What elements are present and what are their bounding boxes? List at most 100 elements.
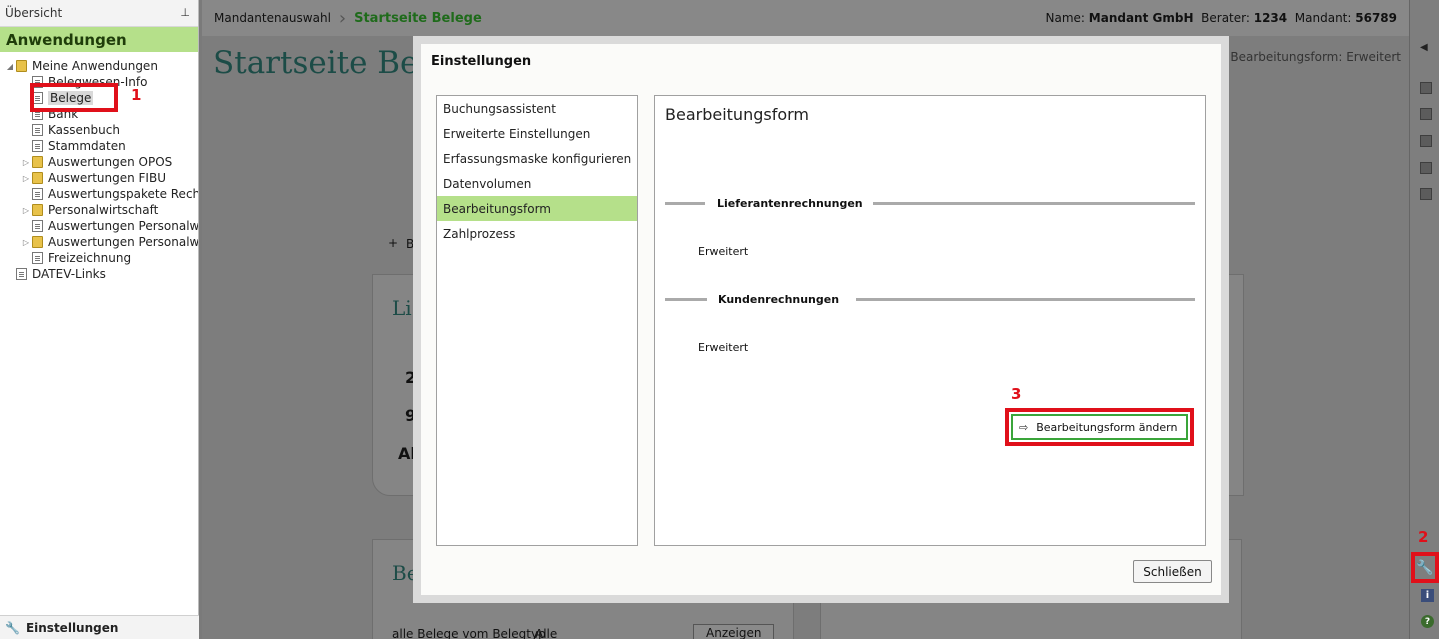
- settings-wrench-icon[interactable]: 🔧: [1411, 552, 1439, 583]
- edit-doc-icon[interactable]: [1420, 162, 1432, 174]
- tree-item-label: Auswertungen FIBU: [48, 171, 166, 185]
- name-label: Name:: [1045, 11, 1085, 25]
- tree-item[interactable]: Stammdaten: [0, 138, 198, 154]
- tree-item[interactable]: DATEV-Links: [0, 266, 198, 282]
- tree-item-label: Auswertungspakete Rechnu: [48, 187, 198, 201]
- section-divider: [873, 202, 1195, 205]
- collapse-arrow-icon[interactable]: ◀: [1420, 42, 1428, 53]
- help-icon[interactable]: ?: [1421, 615, 1434, 628]
- tree-item[interactable]: ▷ Auswertungen OPOS: [0, 154, 198, 170]
- close-button[interactable]: Schließen: [1133, 560, 1212, 583]
- settings-nav: Buchungsassistent Erweiterte Einstellunge…: [436, 95, 638, 546]
- tree-item-label: Personalwirtschaft: [48, 203, 159, 217]
- settings-dialog-body: Einstellungen Buchungsassistent Erweitert…: [421, 44, 1221, 595]
- overview-header: Übersicht ⊥: [0, 0, 198, 27]
- breadcrumb-startseite-belege: Startseite Belege: [354, 10, 482, 26]
- collapsed-triangle-icon[interactable]: ▷: [20, 174, 32, 183]
- section-value-lieferanten: Erweitert: [698, 245, 749, 258]
- document-icon: [32, 220, 43, 232]
- berater-value: 1234: [1253, 11, 1288, 25]
- folder-icon: [32, 156, 43, 168]
- section-divider: [856, 298, 1195, 301]
- page-title: Startseite Bele: [213, 45, 447, 81]
- tree-item[interactable]: ▷ Personalwirtschaft: [0, 202, 198, 218]
- applications-title: Anwendungen: [0, 27, 198, 52]
- collapsed-triangle-icon[interactable]: ▷: [20, 238, 32, 247]
- print-icon[interactable]: [1420, 135, 1432, 147]
- name-value: Mandant GmbH: [1088, 11, 1194, 25]
- bg-belegtyp-label: alle Belege vom Belegtyp: [392, 627, 546, 639]
- content-title: Bearbeitungsform: [665, 105, 809, 124]
- settings-nav-item[interactable]: Erweiterte Einstellungen: [437, 121, 637, 146]
- add-doc-icon[interactable]: [1420, 188, 1432, 200]
- section-divider: [665, 202, 705, 205]
- settings-nav-item[interactable]: Bearbeitungsform: [437, 196, 637, 221]
- pin-icon[interactable]: ⊥: [180, 6, 190, 19]
- settings-nav-item[interactable]: Zahlprozess: [437, 221, 637, 246]
- tree-item-label: Stammdaten: [48, 139, 126, 153]
- tree-item[interactable]: Freizeichnung: [0, 250, 198, 266]
- annotation-number-3: 3: [1011, 385, 1022, 403]
- section-value-kunden: Erweitert: [698, 341, 749, 354]
- document-icon: [32, 124, 43, 136]
- annotation-number-1: 1: [131, 86, 142, 104]
- top-bar: Mandantenauswahl › Startseite Belege Nam…: [202, 0, 1409, 36]
- folder-icon: [16, 60, 27, 72]
- annotation-box-belege: [30, 83, 118, 112]
- overview-title: Übersicht: [5, 6, 63, 20]
- breadcrumb-mandantenauswahl[interactable]: Mandantenauswahl: [214, 11, 331, 25]
- collapsed-triangle-icon[interactable]: ▷: [20, 158, 32, 167]
- tree-item[interactable]: Kassenbuch: [0, 122, 198, 138]
- tree-item-label: Freizeichnung: [48, 251, 132, 265]
- tree-item-label: Auswertungen Personalwirt: [48, 235, 198, 249]
- annotation-number-2: 2: [1418, 528, 1429, 546]
- folder-icon: [32, 172, 43, 184]
- settings-content: Bearbeitungsform Lieferantenrechnungen E…: [654, 95, 1206, 546]
- tree-item-label: Auswertungen Personalwirt: [48, 219, 198, 233]
- tree-item-label: DATEV-Links: [32, 267, 106, 281]
- section-label-lieferanten: Lieferantenrechnungen: [717, 197, 863, 210]
- overview-panel: Übersicht ⊥ Anwendungen ◢ Meine Anwendung…: [0, 0, 199, 639]
- document-icon: [32, 252, 43, 264]
- mandant-label: Mandant:: [1294, 11, 1352, 25]
- bg-snippet-li: Li: [392, 296, 412, 320]
- tree-item[interactable]: ▷ Auswertungen Personalwirt: [0, 234, 198, 250]
- bg-anzeigen-button[interactable]: Anzeigen: [693, 624, 775, 639]
- change-edit-form-button[interactable]: ⇨ Bearbeitungsform ändern: [1011, 414, 1188, 440]
- tree-item[interactable]: Auswertungspakete Rechnu: [0, 186, 198, 202]
- section-label-kunden: Kundenrechnungen: [718, 293, 840, 306]
- new-doc-icon: +: [388, 236, 399, 250]
- settings-nav-item[interactable]: Erfassungsmaske konfigurieren: [437, 146, 637, 171]
- change-edit-form-label: Bearbeitungsform ändern: [1036, 420, 1178, 434]
- document-icon: [16, 268, 27, 280]
- settings-nav-item[interactable]: Buchungsassistent: [437, 96, 637, 121]
- tree-item-label: Meine Anwendungen: [32, 59, 158, 73]
- document-icon[interactable]: [1420, 108, 1432, 120]
- bg-belegtyp-select[interactable]: Alle: [535, 627, 557, 639]
- folder-icon: [32, 204, 43, 216]
- wrench-icon: 🔧: [5, 620, 20, 635]
- document-icon: [32, 188, 43, 200]
- tree-item[interactable]: ▷ Auswertungen FIBU: [0, 170, 198, 186]
- tree-item[interactable]: Auswertungen Personalwirt: [0, 218, 198, 234]
- card-icon[interactable]: [1420, 82, 1432, 94]
- collapsed-triangle-icon[interactable]: ▷: [20, 206, 32, 215]
- mandant-value: 56789: [1355, 11, 1397, 25]
- info-icon[interactable]: i: [1421, 589, 1434, 602]
- berater-label: Berater:: [1201, 11, 1250, 25]
- section-divider: [665, 298, 707, 301]
- settings-footer[interactable]: 🔧 Einstellungen: [0, 615, 199, 639]
- settings-nav-item[interactable]: Datenvolumen: [437, 171, 637, 196]
- settings-footer-label: Einstellungen: [25, 620, 119, 635]
- expanded-triangle-icon[interactable]: ◢: [4, 62, 16, 71]
- tree-item-label: Auswertungen OPOS: [48, 155, 173, 169]
- arrow-right-icon: ⇨: [1019, 420, 1029, 434]
- client-info: Name: Mandant GmbH Berater: 1234 Mandant…: [1046, 11, 1398, 25]
- settings-dialog: Einstellungen Buchungsassistent Erweitert…: [413, 36, 1229, 603]
- dialog-title: Einstellungen: [431, 54, 532, 69]
- chevron-right-icon: ›: [338, 7, 347, 29]
- tree-item[interactable]: ◢ Meine Anwendungen: [0, 58, 198, 74]
- tree-item-label: Kassenbuch: [48, 123, 120, 137]
- page-subtitle: gen Bearbeitungsform: Erweitert: [1203, 50, 1401, 64]
- folder-icon: [32, 236, 43, 248]
